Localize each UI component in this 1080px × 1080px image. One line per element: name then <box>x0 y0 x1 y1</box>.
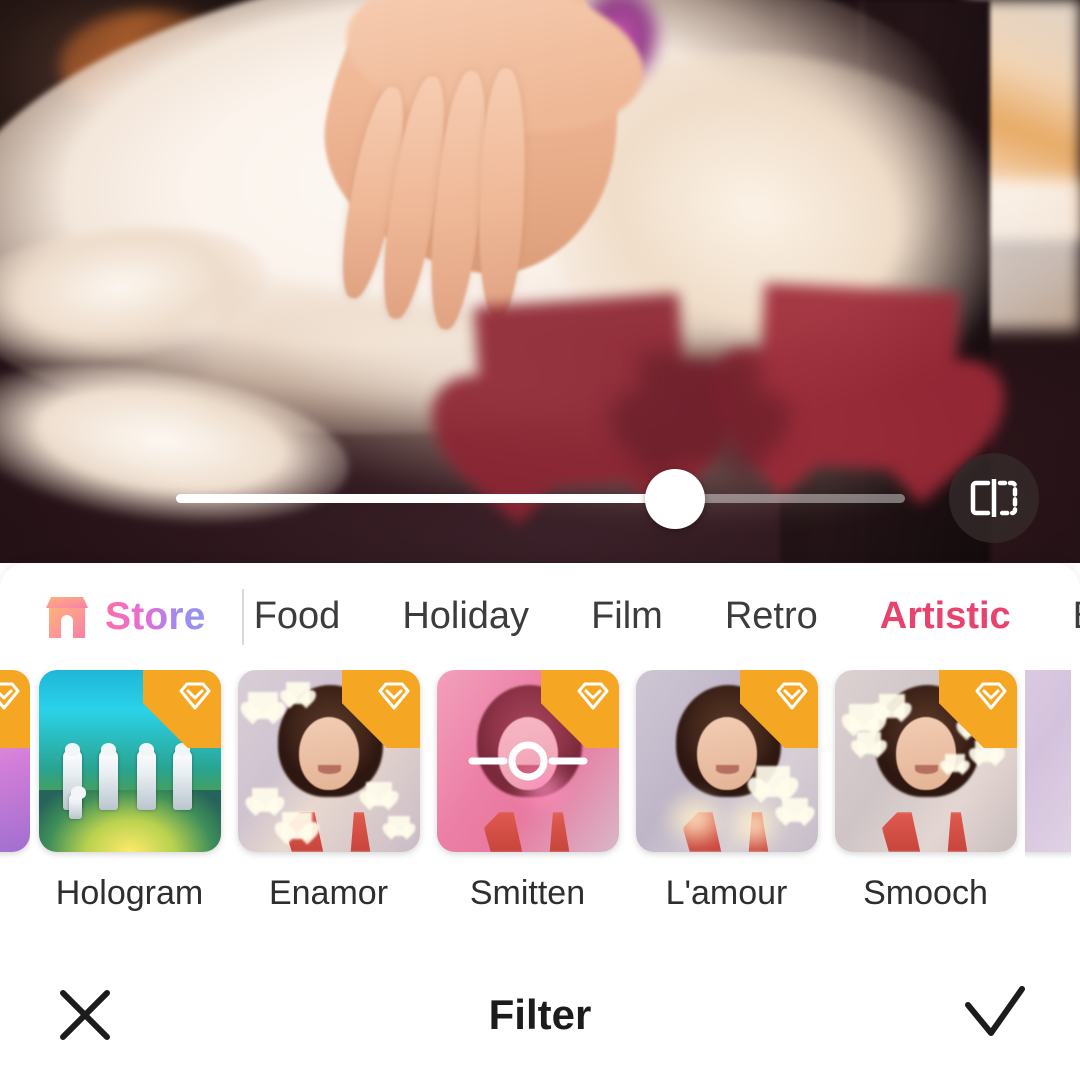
premium-badge <box>0 670 30 748</box>
filter-thumbnail[interactable] <box>38 670 221 852</box>
store-button[interactable]: Store <box>0 563 206 670</box>
storefront-icon <box>46 596 88 638</box>
filter-item-smitten[interactable]: Smitten <box>428 670 627 913</box>
tab-food[interactable]: Food <box>244 595 372 638</box>
filter-thumbnail[interactable] <box>834 670 1017 852</box>
filter-strip[interactable]: Hologram Enamor Smitten L'amour Smooch <box>0 670 1080 920</box>
diamond-icon <box>179 682 210 710</box>
tab-artistic[interactable]: Artistic <box>849 595 1042 638</box>
filter-intensity-slider[interactable] <box>176 494 905 503</box>
tab-bw[interactable]: B&W <box>1042 595 1080 638</box>
filter-label: Smooch <box>863 874 988 912</box>
slider-fill <box>176 494 672 503</box>
filter-thumbnail[interactable] <box>0 670 30 852</box>
action-bar: Filter <box>0 950 1080 1080</box>
filter-label: L'amour <box>665 874 788 912</box>
filter-item-smooch[interactable]: Smooch <box>826 670 1025 913</box>
filter-thumbnail[interactable] <box>1025 670 1071 852</box>
tab-film[interactable]: Film <box>560 595 694 638</box>
filter-label: Hologram <box>55 874 204 912</box>
filter-sheet: Store Food Holiday Film Retro Artistic B… <box>0 563 1080 1080</box>
confirm-button[interactable] <box>910 983 1080 1047</box>
tab-holiday[interactable]: Holiday <box>371 595 560 638</box>
tab-retro[interactable]: Retro <box>694 595 849 638</box>
slider-thumb[interactable] <box>645 469 705 529</box>
check-icon <box>965 986 1025 1036</box>
compare-before-after-icon <box>970 479 1018 517</box>
filter-thumbnail[interactable] <box>436 670 619 852</box>
filter-item[interactable] <box>1025 670 1071 874</box>
premium-badge <box>540 670 619 748</box>
category-tabbar: Store Food Holiday Film Retro Artistic B… <box>0 563 1080 670</box>
diamond-icon <box>577 682 608 710</box>
sheet-title: Filter <box>488 991 592 1038</box>
filter-item[interactable] <box>0 670 30 874</box>
filter-item-lamour[interactable]: L'amour <box>627 670 826 913</box>
premium-badge <box>142 670 221 748</box>
filter-editor-screen: Store Food Holiday Film Retro Artistic B… <box>0 0 1080 1080</box>
diamond-icon <box>975 682 1006 710</box>
cancel-button[interactable] <box>0 983 170 1047</box>
diamond-icon <box>0 682 20 710</box>
photo-preview[interactable] <box>0 0 1080 563</box>
filter-thumbnail[interactable] <box>237 670 420 852</box>
filter-label: Smitten <box>469 874 586 912</box>
filter-item-hologram[interactable]: Hologram <box>30 670 229 913</box>
premium-badge <box>341 670 420 748</box>
category-tabs[interactable]: Food Holiday Film Retro Artistic B&W <box>244 563 1080 670</box>
filter-item-enamor[interactable]: Enamor <box>229 670 428 913</box>
filter-thumbnail[interactable] <box>635 670 818 852</box>
filter-label: Enamor <box>268 874 389 912</box>
premium-badge <box>739 670 818 748</box>
photo-vignette <box>0 0 1080 563</box>
close-icon <box>60 990 110 1040</box>
diamond-icon <box>776 682 807 710</box>
store-label: Store <box>105 594 206 638</box>
premium-badge <box>938 670 1017 748</box>
compare-button[interactable] <box>949 453 1039 543</box>
diamond-icon <box>378 682 409 710</box>
